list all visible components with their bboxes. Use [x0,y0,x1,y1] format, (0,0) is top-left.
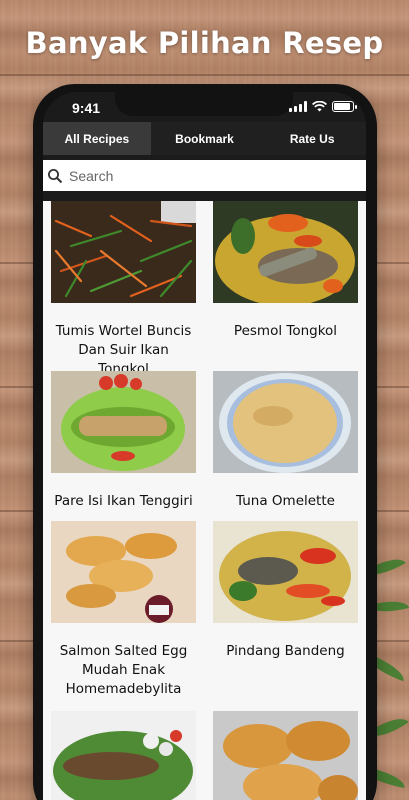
recipe-title[interactable]: Pesmol Tongkol [213,322,358,341]
search-input[interactable] [69,167,329,184]
tab-bookmark[interactable]: Bookmark [151,122,259,155]
recipe-photo[interactable] [213,521,358,623]
recipe-card[interactable]: Pindang Bandeng [213,521,358,661]
recipe-title[interactable]: Pindang Bandeng [213,642,358,661]
recipe-grid: Tumis Wortel Buncis Dan Suir Ikan Tongko… [43,201,366,800]
recipe-photo[interactable] [213,711,358,800]
battery-level [334,103,351,110]
recipe-title[interactable]: Salmon Salted Egg Mudah Enak Homemadebyl… [51,642,196,699]
recipe-card[interactable] [213,711,358,800]
recipe-card[interactable]: Tuna Omelette [213,371,358,511]
status-bar: 9:41 [43,92,366,122]
system-icons [289,101,357,112]
status-time: 9:41 [72,100,101,116]
recipe-title[interactable]: Pare Isi Ikan Tenggiri [51,492,196,511]
app-screen: 9:41 All Recipes Bookmark Rate Us Search… [43,92,366,800]
search-icon [48,168,63,183]
plank-divider [0,74,409,76]
recipe-card[interactable]: Pare Isi Ikan Tenggiri [51,371,196,511]
recipe-title[interactable]: Tuna Omelette [213,492,358,511]
recipe-photo[interactable] [213,201,358,306]
recipe-photo[interactable] [51,371,196,473]
recipe-card[interactable] [51,711,196,800]
phone-notch [115,92,293,116]
recipe-photo[interactable] [213,371,358,473]
recipe-card[interactable]: Salmon Salted Egg Mudah Enak Homemadebyl… [51,521,196,699]
tab-all-recipes[interactable]: All Recipes [43,122,151,155]
tab-bar: All Recipes Bookmark Rate Us [43,122,366,155]
promo-headline: Banyak Pilihan Resep [25,26,384,60]
search-bar [43,155,366,197]
signal-icon [289,101,307,112]
recipe-card[interactable]: Tumis Wortel Buncis Dan Suir Ikan Tongko… [51,201,196,379]
recipe-photo[interactable] [51,711,196,800]
search-box[interactable] [43,160,366,191]
recipe-photo[interactable] [51,521,196,623]
tab-rate-us[interactable]: Rate Us [258,122,366,155]
recipe-card[interactable]: Pesmol Tongkol [213,201,358,341]
recipe-photo[interactable] [51,201,196,303]
battery-icon [332,101,357,112]
wifi-icon [312,101,327,112]
